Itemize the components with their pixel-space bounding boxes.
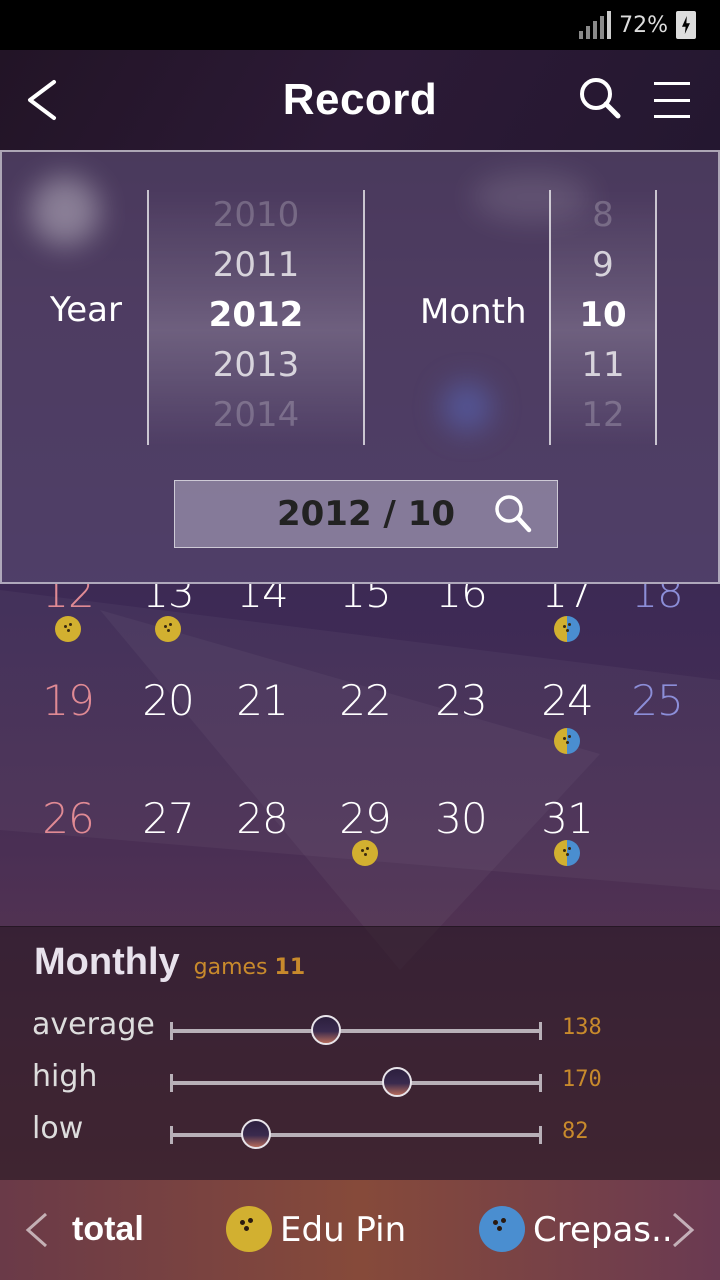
stat-slider[interactable]	[170, 1015, 542, 1045]
calendar-day[interactable]: 22	[320, 676, 410, 725]
calendar-day[interactable]: 28	[217, 794, 307, 843]
edu-pin-crepas-marker	[554, 840, 580, 866]
tab-total[interactable]: total	[72, 1210, 144, 1249]
stat-value: 138	[562, 1015, 602, 1040]
edu-pin-marker	[55, 616, 81, 642]
date-picker: Year 2010 2011 2012 2013 2014 Month 8 9 10 11 12…	[0, 150, 720, 584]
edu-pin-marker	[155, 616, 181, 642]
bottom-nav: total Edu Pin Crepas..	[0, 1180, 720, 1280]
edu-pin-crepas-marker	[554, 616, 580, 642]
stat-value: 82	[562, 1119, 589, 1144]
calendar-day[interactable]: 25	[612, 676, 702, 725]
calendar-day[interactable]: 24	[522, 676, 612, 725]
status-bar: 72%	[0, 0, 720, 50]
stat-label: high	[32, 1059, 98, 1094]
slider-knob[interactable]	[381, 1067, 412, 1097]
bowling-ball-icon	[479, 1206, 525, 1252]
menu-icon[interactable]	[654, 82, 690, 118]
calendar-grid: 12 13 14 15 16 17 18 19 20 21 22 23 24 25 26 27 28 29 30 31	[0, 584, 720, 926]
calendar-day[interactable]: 31	[522, 794, 612, 843]
stat-slider[interactable]	[170, 1119, 542, 1149]
stat-label: average	[32, 1007, 155, 1042]
calendar-day[interactable]: 17	[522, 584, 612, 617]
year-option[interactable]: 2010	[149, 190, 363, 240]
year-wheel[interactable]: 2010 2011 2012 2013 2014	[147, 190, 365, 445]
month-option[interactable]: 11	[551, 340, 655, 390]
calendar-day[interactable]: 16	[416, 584, 506, 617]
month-option[interactable]: 9	[551, 240, 655, 290]
games-count: games 11	[193, 955, 306, 980]
stat-row-low: low 82	[0, 1111, 720, 1163]
stat-label: low	[32, 1111, 84, 1146]
date-search-field[interactable]: 2012 / 10	[174, 480, 558, 548]
stat-row-high: high 170	[0, 1059, 720, 1111]
calendar-day[interactable]: 27	[123, 794, 213, 843]
calendar-day[interactable]: 20	[123, 676, 213, 725]
battery-charging-icon	[676, 11, 696, 39]
chevron-left-icon[interactable]	[24, 1212, 48, 1248]
calendar-day[interactable]: 29	[320, 794, 410, 843]
calendar-day[interactable]: 19	[23, 676, 113, 725]
month-option[interactable]: 10	[551, 290, 655, 340]
tab-edu-pin[interactable]: Edu Pin	[280, 1210, 406, 1250]
edu-pin-marker	[352, 840, 378, 866]
month-wheel[interactable]: 8 9 10 11 12	[549, 190, 657, 445]
year-label: Year	[50, 290, 122, 330]
search-icon[interactable]	[493, 493, 533, 535]
back-button[interactable]	[24, 78, 64, 122]
signal-icon	[579, 11, 612, 39]
tab-crepas[interactable]: Crepas..	[533, 1210, 673, 1250]
calendar-day[interactable]: 15	[320, 584, 410, 617]
app-header: Record	[0, 50, 720, 150]
calendar-day[interactable]: 13	[123, 584, 213, 617]
monthly-stats: Monthly games 11 average 138 high 170 low 82	[0, 926, 720, 1180]
date-display: 2012 / 10	[276, 494, 456, 534]
calendar-day[interactable]: 30	[416, 794, 506, 843]
year-option[interactable]: 2011	[149, 240, 363, 290]
search-icon[interactable]	[578, 76, 622, 120]
battery-percent: 72%	[619, 12, 668, 38]
month-option[interactable]: 12	[551, 390, 655, 440]
monthly-title: Monthly	[34, 941, 180, 983]
stat-row-average: average 138	[0, 1007, 720, 1059]
chevron-right-icon[interactable]	[672, 1212, 696, 1248]
year-option[interactable]: 2012	[149, 290, 363, 340]
year-option[interactable]: 2014	[149, 390, 363, 440]
year-option[interactable]: 2013	[149, 340, 363, 390]
calendar-day[interactable]: 14	[217, 584, 307, 617]
calendar-day[interactable]: 23	[416, 676, 506, 725]
month-label: Month	[420, 292, 527, 332]
slider-knob[interactable]	[240, 1119, 271, 1149]
bowling-ball-icon	[226, 1206, 272, 1252]
calendar-day[interactable]: 18	[612, 584, 702, 617]
slider-knob[interactable]	[311, 1015, 342, 1045]
edu-pin-crepas-marker	[554, 728, 580, 754]
page-title: Record	[282, 75, 438, 124]
stat-value: 170	[562, 1067, 602, 1092]
stat-slider[interactable]	[170, 1067, 542, 1097]
calendar-day[interactable]: 21	[217, 676, 307, 725]
calendar-day[interactable]: 12	[23, 584, 113, 617]
month-option[interactable]: 8	[551, 190, 655, 240]
calendar-day[interactable]: 26	[23, 794, 113, 843]
